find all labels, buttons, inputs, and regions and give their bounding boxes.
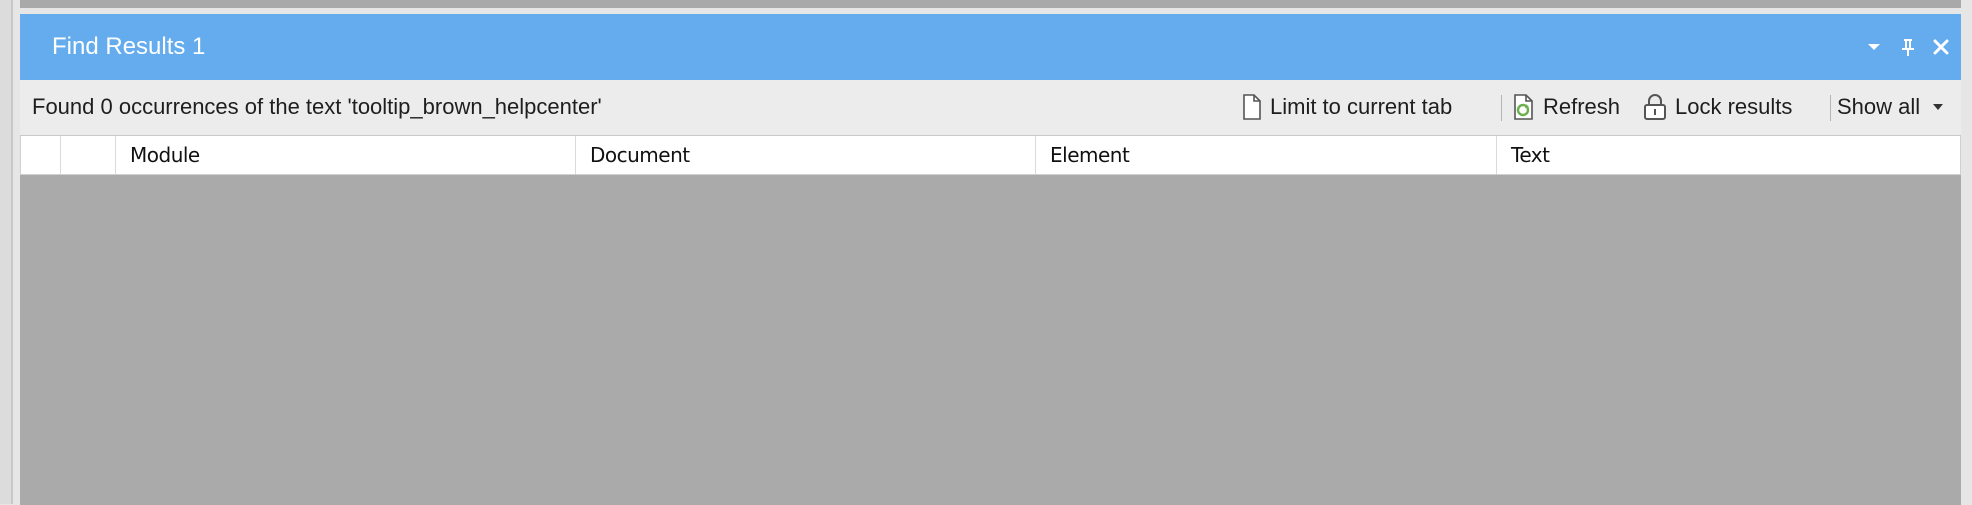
results-grid[interactable]: Module Document Element Text (20, 135, 1961, 505)
chevron-down-icon (1933, 104, 1944, 110)
top-splitter[interactable] (20, 0, 1961, 8)
column-header-icon[interactable] (21, 136, 61, 174)
pin-button[interactable] (1890, 14, 1926, 80)
refresh-label: Refresh (1543, 94, 1621, 119)
results-grid-header: Module Document Element Text (20, 136, 1961, 175)
close-icon (1933, 39, 1949, 55)
find-results-panel: Find Results 1 Found 0 occurrences of th… (20, 14, 1961, 505)
document-icon (1242, 94, 1262, 120)
lock-results-label: Lock results (1675, 94, 1793, 119)
pin-icon (1902, 39, 1914, 56)
lock-results-button[interactable]: Lock results (1643, 80, 1792, 134)
left-window-edge (0, 0, 11, 504)
results-status-text: Found 0 occurrences of the text 'tooltip… (32, 94, 602, 119)
close-button[interactable] (1923, 14, 1959, 80)
toolbar-separator (1501, 95, 1502, 121)
chevron-down-icon (1868, 44, 1880, 50)
limit-to-current-tab-label: Limit to current tab (1270, 94, 1453, 119)
column-header-document[interactable]: Document (576, 136, 1036, 174)
column-header-indicator[interactable] (61, 136, 116, 174)
left-window-border (11, 0, 13, 504)
results-toolbar: Found 0 occurrences of the text 'tooltip… (20, 80, 1961, 134)
panel-titlebar[interactable]: Find Results 1 (20, 14, 1961, 80)
show-all-dropdown[interactable]: Show all (1837, 80, 1944, 134)
column-header-text[interactable]: Text (1497, 136, 1960, 174)
column-header-element[interactable]: Element (1036, 136, 1497, 174)
toolbar-separator (1830, 95, 1831, 121)
show-all-label: Show all (1837, 94, 1921, 119)
refresh-document-icon (1513, 94, 1535, 120)
limit-to-current-tab-button[interactable]: Limit to current tab (1242, 80, 1452, 134)
refresh-button[interactable]: Refresh (1513, 80, 1620, 134)
panel-title: Find Results 1 (52, 33, 206, 60)
column-header-module[interactable]: Module (116, 136, 576, 174)
panel-menu-button[interactable] (1856, 14, 1892, 80)
lock-icon (1643, 94, 1667, 120)
